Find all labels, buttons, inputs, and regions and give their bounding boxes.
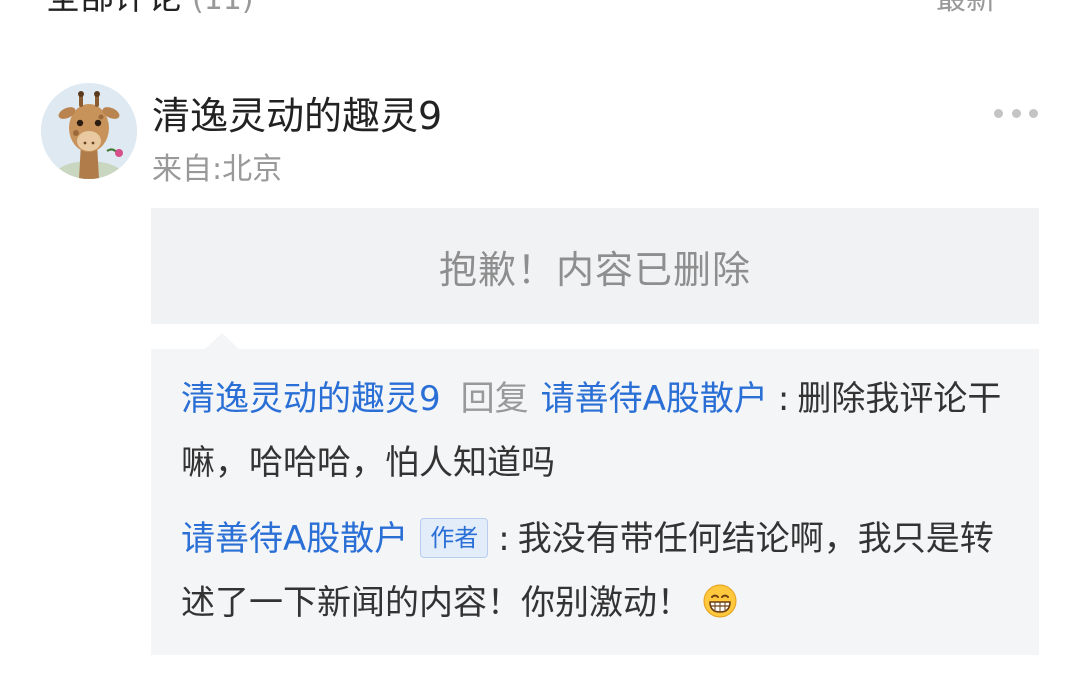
replies-box[interactable]: 清逸灵动的趣灵9 回复 请善待A股散户: 删除我评论干嘛，哈哈哈，怕人知道吗 请善待A… [151,349,1039,655]
avatar[interactable] [41,83,137,179]
comment-location: 来自:北京 [152,152,283,187]
grinning-emoji-icon [703,584,737,618]
more-dots-icon [994,108,1003,118]
more-dots-icon [1029,108,1038,118]
comments-count: (11) [192,0,254,17]
comments-title: 全部评论 (11) [46,0,254,20]
comments-title-text: 全部评论 [46,0,182,18]
reply-word: 回复 [460,379,529,419]
reply-item[interactable]: 清逸灵动的趣灵9 回复 请善待A股散户: 删除我评论干嘛，哈哈哈，怕人知道吗 [181,367,1021,495]
more-options-button[interactable] [994,104,1038,122]
reply-from-user[interactable]: 清逸灵动的趣灵9 [181,379,441,419]
comments-header: 全部评论 (11) 最新 [0,0,1080,26]
reply-colon: : [498,519,510,559]
sort-newest-button[interactable]: 最新 [936,0,996,20]
giraffe-avatar-icon [41,83,137,179]
reply-item[interactable]: 请善待A股散户 作者: 我没有带任何结论啊，我只是转述了一下新闻的内容！你别激动！ [181,507,1021,635]
reply-from-user[interactable]: 请善待A股散户 [181,519,408,559]
deleted-content-box: 抱歉！内容已删除 [151,208,1039,324]
comment-author-name[interactable]: 清逸灵动的趣灵9 [152,92,442,140]
reply-box-notch [205,333,239,349]
more-dots-icon [1011,108,1021,118]
deleted-content-text: 抱歉！内容已删除 [438,247,751,292]
author-badge: 作者 [420,518,489,558]
reply-to-user[interactable]: 请善待A股散户 [541,379,768,419]
reply-colon: : [777,379,790,419]
